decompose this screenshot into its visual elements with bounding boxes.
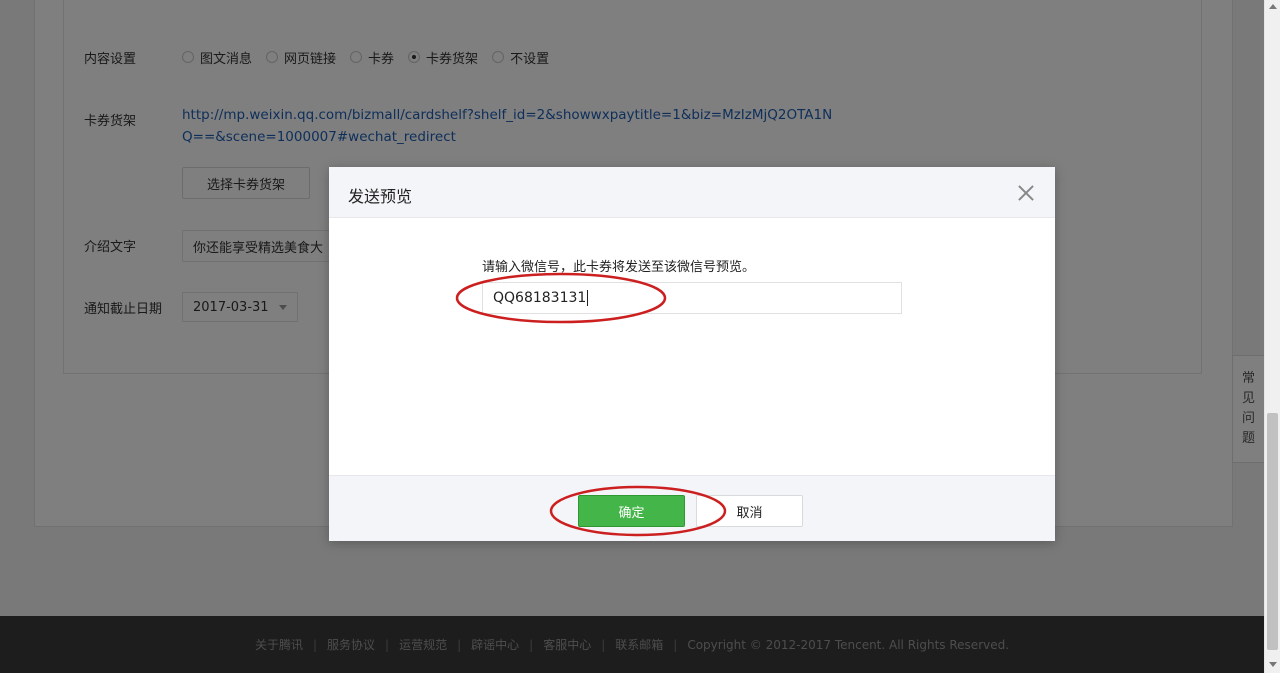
text-cursor: [587, 290, 589, 306]
dialog-header: 发送预览: [329, 167, 1055, 218]
close-icon[interactable]: [1013, 180, 1039, 206]
dialog-prompt: 请输入微信号，此卡券将发送至该微信号预览。: [482, 260, 756, 275]
wechat-id-input[interactable]: QQ68183131: [482, 282, 902, 314]
cancel-button[interactable]: 取消: [696, 495, 803, 527]
scrollbar[interactable]: [1264, 0, 1280, 673]
dialog-title: 发送预览: [348, 187, 413, 206]
scroll-down-icon[interactable]: [1269, 662, 1277, 667]
wechat-id-value: QQ68183131: [493, 290, 587, 306]
scroll-up-icon[interactable]: [1269, 4, 1277, 9]
send-preview-dialog: 发送预览 请输入微信号，此卡券将发送至该微信号预览。 QQ68183131 确定…: [329, 167, 1055, 541]
dialog-footer: 确定 取消: [329, 475, 1055, 541]
confirm-button[interactable]: 确定: [578, 495, 685, 527]
scroll-thumb[interactable]: [1267, 413, 1278, 650]
